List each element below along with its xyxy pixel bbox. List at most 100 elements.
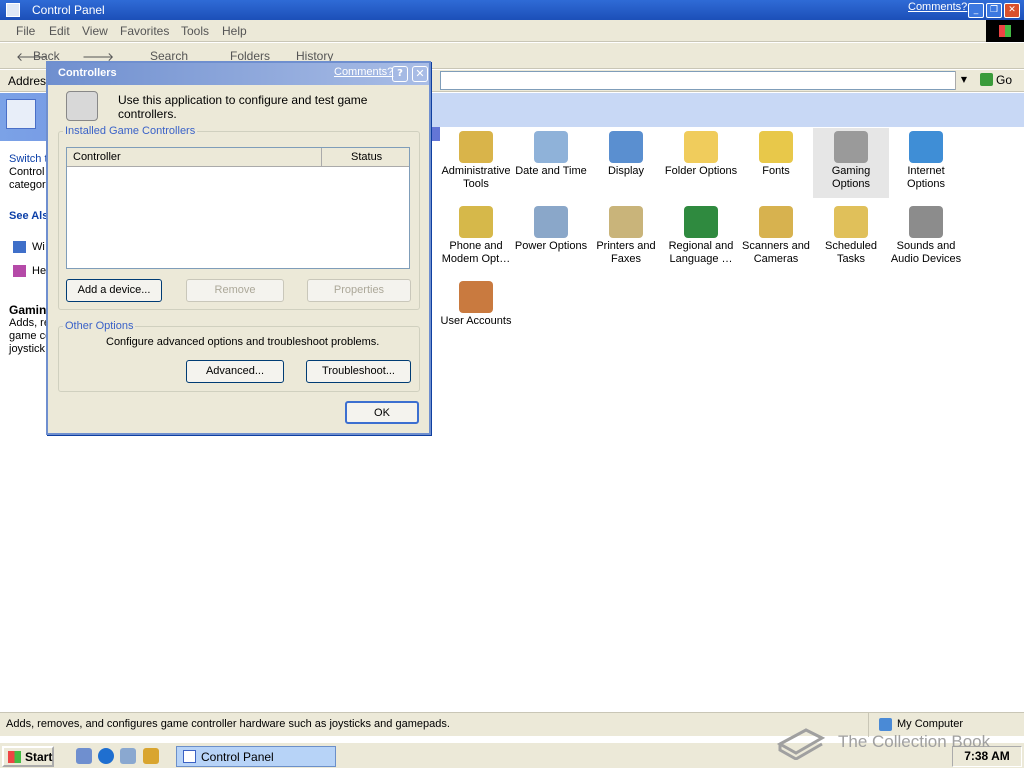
other-options-text: Configure advanced options and troublesh…: [106, 336, 380, 348]
switch-view-text: Control: [9, 166, 45, 178]
dialog-title-bar: Controllers Comments? ? ✕: [48, 63, 429, 85]
menu-favorites[interactable]: Favorites: [120, 24, 169, 38]
watermark-text: The Collection Book: [838, 732, 991, 751]
folder-options-icon: [684, 131, 718, 163]
internet-explorer-icon[interactable]: [98, 748, 114, 764]
content-header: [430, 93, 1024, 127]
column-controller[interactable]: Controller: [73, 151, 121, 163]
windows-logo-icon: [986, 20, 1024, 42]
gaming-options-icon: [834, 131, 868, 163]
help-icon: [13, 265, 26, 277]
window-title: Control Panel: [32, 3, 105, 17]
menu-view[interactable]: View: [82, 24, 108, 38]
control-panel-item[interactable]: Internet Options: [888, 128, 964, 198]
outlook-express-icon[interactable]: [143, 748, 159, 764]
scanners-cameras-icon: [759, 206, 793, 238]
scheduled-tasks-icon: [834, 206, 868, 238]
control-panel-item[interactable]: Scheduled Tasks: [813, 203, 889, 273]
control-panel-item-label: Printers and Faxes: [596, 240, 656, 265]
sounds-audio-icon: [909, 206, 943, 238]
control-panel-item[interactable]: Gaming Options: [813, 128, 889, 198]
menu-bar: File Edit View Favorites Tools Help: [0, 20, 1024, 42]
control-panel-item-label: Internet Options: [907, 165, 945, 190]
joystick-icon: [66, 91, 98, 121]
control-panel-item[interactable]: Folder Options: [663, 128, 739, 198]
dialog-close-button[interactable]: ✕: [412, 66, 428, 82]
control-panel-large-icon: [6, 99, 36, 129]
dialog-intro-text: Use this application to configure and te…: [118, 93, 368, 121]
internet-options-icon: [909, 131, 943, 163]
my-computer-icon: [879, 718, 892, 731]
control-panel-item-label: Display: [607, 165, 645, 177]
other-group-label: Other Options: [65, 320, 134, 332]
troubleshoot-button[interactable]: Troubleshoot...: [306, 360, 411, 383]
menu-tools[interactable]: Tools: [181, 24, 209, 38]
menu-help[interactable]: Help: [222, 24, 247, 38]
windows-flag-icon: [8, 751, 21, 763]
menu-file[interactable]: File: [16, 24, 35, 38]
installed-group-label: Installed Game Controllers: [65, 125, 196, 137]
see-also-item[interactable]: He: [32, 265, 46, 277]
add-device-button[interactable]: Add a device...: [66, 279, 162, 302]
see-also-heading: See Als: [9, 210, 49, 222]
book-logo-icon: [776, 728, 826, 760]
control-panel-item[interactable]: Regional and Language …: [663, 203, 739, 273]
address-dropdown-icon[interactable]: ▼: [955, 71, 972, 90]
menu-edit[interactable]: Edit: [49, 24, 70, 38]
control-panel-item-label: Administrative Tools: [441, 165, 511, 190]
restore-button[interactable]: ❐: [986, 3, 1002, 18]
control-panel-item-label: Scheduled Tasks: [825, 240, 877, 265]
go-arrow-icon: [980, 73, 993, 86]
control-panel-icon: [6, 3, 20, 17]
title-bar: Control Panel Comments? _ ❐ ✕: [0, 0, 1024, 20]
details-text: game co: [9, 330, 52, 342]
phone-modem-icon: [459, 206, 493, 238]
taskbar-item-control-panel[interactable]: Control Panel: [176, 746, 336, 767]
dialog-title: Controllers: [58, 67, 117, 79]
column-status[interactable]: Status: [351, 151, 382, 163]
control-panel-item[interactable]: Sounds and Audio Devices: [888, 203, 964, 273]
control-panel-item[interactable]: User Accounts: [438, 278, 514, 348]
close-button[interactable]: ✕: [1004, 3, 1020, 18]
help-button[interactable]: ?: [392, 66, 408, 82]
comments-link[interactable]: Comments?: [908, 1, 967, 13]
controllers-list[interactable]: Controller Status: [66, 147, 410, 269]
control-panel-item[interactable]: Date and Time: [513, 128, 589, 198]
details-text: joystick: [9, 343, 46, 355]
switch-view-link[interactable]: Switch t: [9, 153, 48, 165]
control-panel-item[interactable]: Printers and Faxes: [588, 203, 664, 273]
remove-button[interactable]: Remove: [186, 279, 284, 302]
go-button[interactable]: Go: [976, 71, 1020, 90]
address-input[interactable]: [440, 71, 972, 90]
show-desktop-icon[interactable]: [76, 748, 92, 764]
switch-view-text: categor: [9, 179, 46, 191]
quick-launch-icon[interactable]: [120, 748, 136, 764]
control-panel-item[interactable]: Power Options: [513, 203, 589, 273]
user-accounts-icon: [459, 281, 493, 313]
control-panel-item[interactable]: Display: [588, 128, 664, 198]
dialog-comments-link[interactable]: Comments?: [334, 66, 393, 78]
control-panel-item[interactable]: Fonts: [738, 128, 814, 198]
control-panel-item-label: Sounds and Audio Devices: [890, 240, 962, 265]
control-panel-item[interactable]: Scanners and Cameras: [738, 203, 814, 273]
ok-button[interactable]: OK: [345, 401, 419, 424]
properties-button[interactable]: Properties: [307, 279, 411, 302]
control-panel-item[interactable]: Administrative Tools: [438, 128, 514, 198]
control-panel-item-label: Folder Options: [664, 165, 738, 177]
power-options-icon: [534, 206, 568, 238]
control-panel-item-label: Scanners and Cameras: [742, 240, 810, 265]
minimize-button[interactable]: _: [968, 3, 984, 18]
regional-language-icon: [684, 206, 718, 238]
control-panel-item-label: Date and Time: [515, 165, 587, 177]
control-panel-icon: [183, 750, 196, 763]
start-button[interactable]: Start: [2, 746, 54, 767]
advanced-button[interactable]: Advanced...: [186, 360, 284, 383]
control-panel-item-label: Regional and Language …: [668, 240, 734, 265]
control-panel-item-label: Gaming Options: [831, 165, 871, 190]
see-also-item[interactable]: Wi: [32, 241, 45, 253]
status-text: Adds, removes, and configures game contr…: [6, 718, 450, 730]
control-panel-item[interactable]: Phone and Modem Opt…: [438, 203, 514, 273]
control-panel-item-label: User Accounts: [440, 315, 512, 327]
details-title: Gamin: [9, 303, 47, 317]
display-icon: [609, 131, 643, 163]
